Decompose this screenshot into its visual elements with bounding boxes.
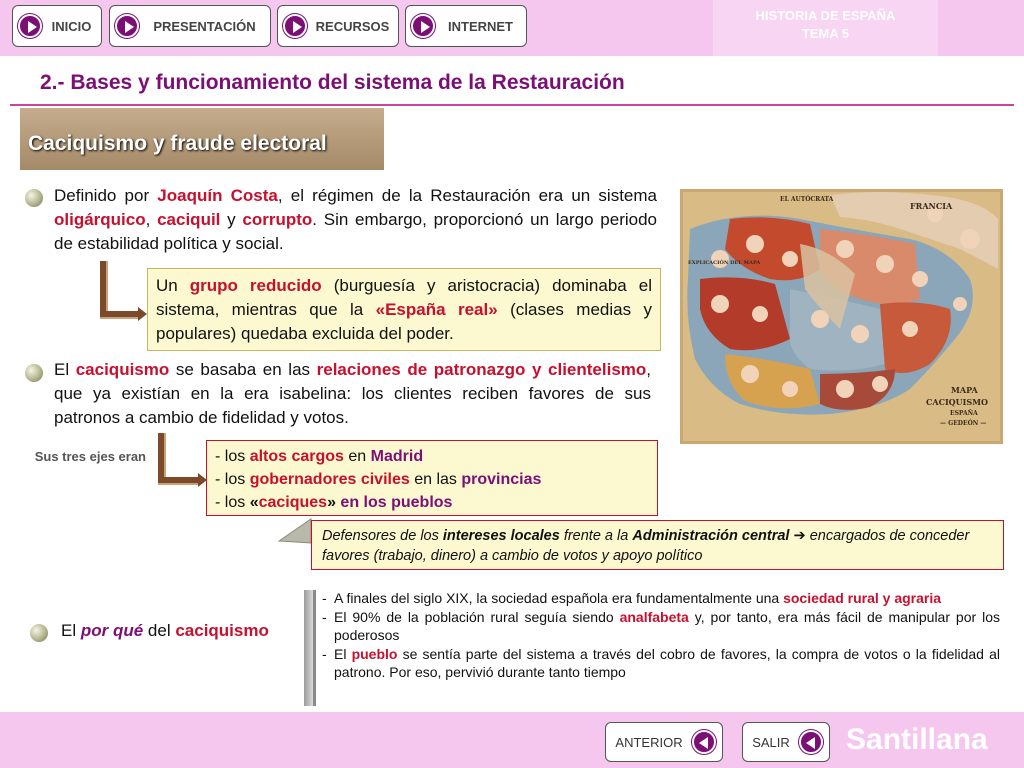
map-label-espana: ESPAÑA (950, 410, 978, 417)
course-header: HISTORIA DE ESPAÑA TEMA 5 (713, 0, 938, 56)
text-fragment: Definido por (54, 186, 158, 205)
text-fragment: , el régimen de la Restauración era un s… (277, 186, 658, 205)
highlight-corrupto: corrupto (242, 210, 313, 229)
text-fragment: El (54, 360, 76, 379)
pointer-icon (277, 518, 312, 544)
text-fragment: Un (156, 276, 190, 295)
play-arrow-icon (283, 14, 307, 38)
porque-heading: El por qué del caciquismo (61, 621, 269, 641)
title-divider (10, 104, 1014, 106)
highlight-por-que: por qué (80, 621, 144, 640)
text-fragment: y (220, 210, 243, 229)
anterior-label: ANTERIOR (615, 734, 683, 750)
text-fragment: El 90% de la población rural seguía sien… (334, 608, 620, 625)
back-arrow-icon (692, 730, 716, 754)
play-arrow-icon (115, 14, 139, 38)
section-title-banner: Caciquismo y fraude electoral (20, 108, 384, 170)
map-label-explicacion: EXPLICACIÓN DEL MAPA (688, 258, 760, 266)
box-tres-ejes: - los altos cargos en Madrid - los gober… (206, 440, 658, 516)
nav-inicio-label: INICIO (51, 18, 92, 34)
play-arrow-icon (18, 14, 42, 38)
text-fragment: los (224, 494, 250, 511)
highlight-relaciones: relaciones de patronazgo y clientelismo (316, 360, 647, 379)
nav-internet-label: INTERNET (448, 18, 513, 34)
box-defensores: Defensores de los intereses locales fren… (311, 520, 1004, 570)
text-fragment: los (224, 471, 250, 488)
text-fragment: Defensores de los (322, 528, 443, 544)
highlight-gobernadores: gobernadores civiles (249, 471, 410, 488)
nav-presentacion-button[interactable]: PRESENTACIÓN (109, 5, 271, 47)
nav-inicio-button[interactable]: INICIO (12, 5, 102, 47)
right-arrow-icon: ➔ (789, 528, 810, 544)
highlight-caciquismo: caciquismo (175, 621, 269, 640)
play-arrow-icon (411, 14, 435, 38)
text-fragment: del (143, 621, 176, 640)
text-fragment: en las (409, 471, 462, 488)
map-label-francia: FRANCIA (910, 201, 953, 211)
highlight-altos-cargos: altos cargos (249, 448, 344, 465)
box-grupo-reducido: Un grupo reducido (burguesía y aristocra… (147, 268, 661, 351)
porque-list: -A finales del siglo XIX, la sociedad es… (322, 589, 1000, 682)
anterior-button[interactable]: ANTERIOR (605, 722, 723, 762)
list-item: - los altos cargos en Madrid (215, 448, 424, 465)
bracket-icon (304, 590, 316, 706)
nav-internet-button[interactable]: INTERNET (405, 5, 527, 47)
list-item: - los gobernadores civiles en las provin… (215, 471, 542, 488)
text-fragment: El (61, 621, 81, 640)
highlight-pueblos: en los pueblos (335, 494, 453, 511)
map-label-inscription: EL AUTÓCRATA (780, 195, 834, 203)
highlight-joaquin-costa: Joaquín Costa (157, 186, 278, 205)
bullet-icon (30, 624, 48, 642)
highlight-madrid: Madrid (370, 448, 424, 465)
map-label-caciquismo: CACIQUISMO (926, 397, 988, 407)
text-fragment: , (145, 210, 158, 229)
list-item: -A finales del siglo XIX, la sociedad es… (322, 590, 942, 606)
text-fragment: A finales del siglo XIX, la sociedad esp… (334, 590, 784, 606)
caciquismo-map-image: FRANCIA EXPLICACIÓN DEL MAPA EL AUTÓCRAT… (680, 189, 1003, 444)
highlight-caciquil: caciquil (157, 210, 221, 229)
text-fragment: en (343, 448, 371, 465)
santillana-logo: Santillana (846, 723, 988, 756)
course-title: HISTORIA DE ESPAÑA (755, 8, 896, 23)
paragraph-caciquismo: El caciquismo se basaba en las relacione… (54, 358, 651, 430)
list-item: - los «caciques» en los pueblos (215, 494, 453, 511)
highlight-grupo-reducido: grupo reducido (189, 276, 322, 295)
map-label-mapa: MAPA (951, 385, 978, 395)
highlight-intereses-locales: intereses locales (442, 528, 560, 544)
highlight-caciques: caciques (258, 494, 328, 511)
text-fragment: se basaba en las (169, 360, 317, 379)
section-title: Caciquismo y fraude electoral (28, 132, 327, 155)
list-item: - El 90% de la población rural seguía sie… (322, 608, 1000, 644)
list-item: - El pueblo se sentía parte del sistema a… (322, 645, 1000, 681)
highlight-provincias: provincias (461, 471, 542, 488)
page-title: 2.- Bases y funcionamiento del sistema d… (40, 71, 625, 94)
map-label-gedeon: — GEDEÓN — (940, 419, 986, 427)
highlight-oligarquico: oligárquico (54, 210, 146, 229)
elbow-arrow-icon (158, 433, 208, 487)
text-fragment: frente a la (559, 528, 633, 544)
highlight-espana-real: «España real» (375, 300, 498, 319)
nav-recursos-label: RECURSOS (315, 18, 390, 34)
highlight-pueblo: pueblo (351, 645, 398, 662)
salir-button[interactable]: SALIR (742, 722, 830, 762)
highlight-administracion: Administración central (632, 528, 790, 544)
text-fragment: » (327, 494, 336, 511)
salir-label: SALIR (752, 734, 790, 750)
bullet-icon (25, 364, 43, 382)
nav-recursos-button[interactable]: RECURSOS (277, 5, 399, 47)
highlight-analfabeta: analfabeta (619, 608, 689, 625)
back-arrow-icon (799, 730, 823, 754)
course-unit: TEMA 5 (801, 26, 850, 41)
bullet-icon (25, 189, 43, 207)
text-fragment: El (334, 645, 352, 662)
text-fragment: se sentía parte del sistema a través del… (334, 645, 1000, 681)
elbow-arrow-icon (100, 261, 148, 321)
text-fragment: los (224, 448, 250, 465)
highlight-caciquismo: caciquismo (75, 360, 170, 379)
text-fragment: « (249, 494, 259, 511)
ejes-label: Sus tres ejes eran (34, 449, 146, 464)
paragraph-costa: Definido por Joaquín Costa, el régimen d… (54, 184, 657, 256)
highlight-sociedad-rural: sociedad rural y agraria (783, 590, 942, 606)
nav-presentacion-label: PRESENTACIÓN (153, 18, 256, 34)
